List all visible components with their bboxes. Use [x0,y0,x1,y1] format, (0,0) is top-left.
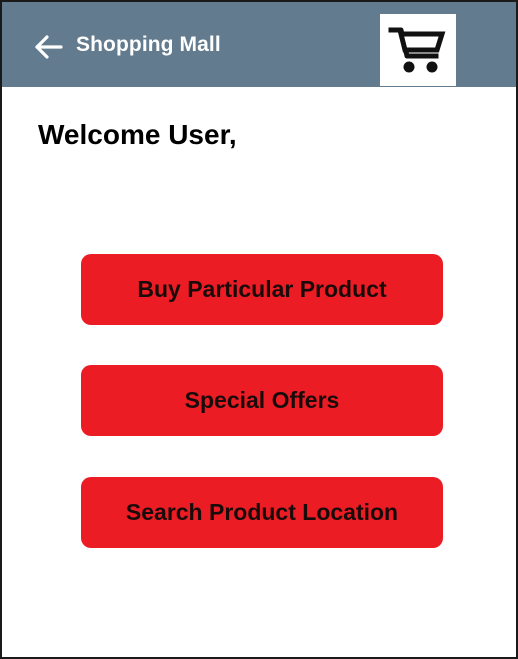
arrow-left-icon [35,35,63,59]
app-screen: Shopping Mall Welcome User, Buy Particul… [0,0,518,659]
cart-button[interactable] [380,14,456,86]
welcome-heading: Welcome User, [38,119,237,150]
shopping-cart-icon [388,27,446,73]
back-button[interactable] [32,30,66,64]
app-bar: Shopping Mall [2,2,516,87]
buy-particular-product-button[interactable]: Buy Particular Product [81,254,443,325]
app-title: Shopping Mall [76,33,221,56]
search-product-location-button[interactable]: Search Product Location [81,477,443,548]
special-offers-button[interactable]: Special Offers [81,365,443,436]
